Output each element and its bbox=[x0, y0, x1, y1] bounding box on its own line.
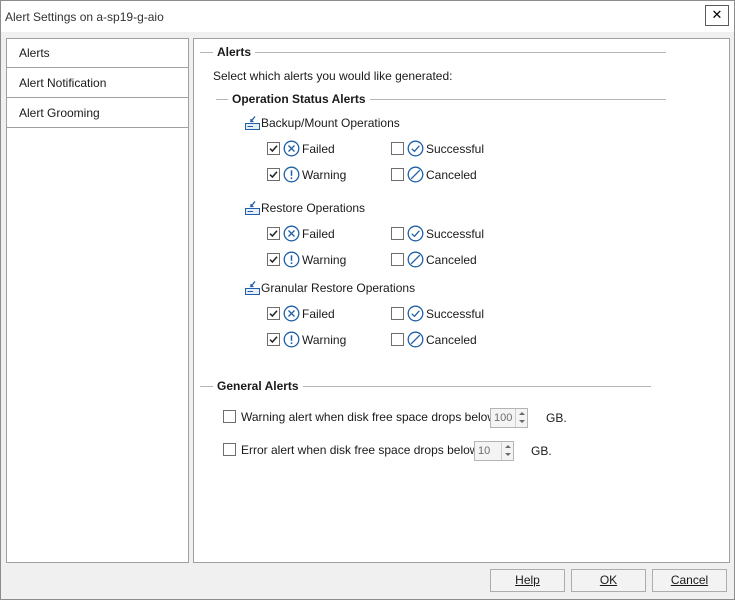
x-circle-icon bbox=[283, 140, 300, 157]
error-alert-checkbox[interactable] bbox=[223, 443, 236, 456]
granular-restore-operations-label: Granular Restore Operations bbox=[261, 281, 416, 295]
general-alerts-title: General Alerts bbox=[213, 379, 303, 393]
title-bar: Alert Settings on a-sp19-g-aio ✕ bbox=[1, 1, 734, 32]
error-threshold-unit: GB. bbox=[531, 444, 552, 458]
check-circle-icon bbox=[407, 305, 424, 322]
granular-restore-operations-failed-checkbox[interactable] bbox=[267, 307, 280, 320]
granular-restore-operations-canceled-label: Canceled bbox=[426, 333, 477, 347]
warning-threshold-value: 100 bbox=[494, 412, 513, 424]
check-circle-icon bbox=[407, 225, 424, 242]
backup-mount-operations-canceled-label: Canceled bbox=[426, 168, 477, 182]
help-button[interactable]: Help bbox=[490, 569, 565, 592]
error-threshold-stepper[interactable]: 10 bbox=[474, 441, 514, 461]
warning-alert-checkbox[interactable] bbox=[223, 410, 236, 423]
check-circle-icon bbox=[407, 140, 424, 157]
restore-operations-canceled-checkbox[interactable] bbox=[391, 253, 404, 266]
restore-operations-failed-checkbox[interactable] bbox=[267, 227, 280, 240]
warning-threshold-stepper[interactable]: 100 bbox=[490, 408, 528, 428]
chevron-up-icon[interactable] bbox=[505, 445, 511, 448]
restore-operations-successful-checkbox[interactable] bbox=[391, 227, 404, 240]
restore-operations-warning-label: Warning bbox=[302, 253, 347, 267]
slash-circle-icon bbox=[407, 251, 424, 268]
alerts-title: Alerts bbox=[213, 45, 256, 59]
backup-mount-operations-failed-checkbox[interactable] bbox=[267, 142, 280, 155]
sidebar-item-alert-notification[interactable]: Alert Notification bbox=[7, 69, 188, 98]
backup-mount-operations-warning-checkbox[interactable] bbox=[267, 168, 280, 181]
operation-icon bbox=[244, 280, 261, 297]
exclamation-circle-icon bbox=[283, 331, 300, 348]
backup-mount-operations-successful-checkbox[interactable] bbox=[391, 142, 404, 155]
operation-status-title: Operation Status Alerts bbox=[228, 92, 370, 106]
ok-button[interactable]: OK bbox=[571, 569, 646, 592]
slash-circle-icon bbox=[407, 166, 424, 183]
backup-mount-operations-successful-label: Successful bbox=[426, 142, 485, 156]
sidebar-item-alert-grooming[interactable]: Alert Grooming bbox=[7, 99, 188, 128]
close-button[interactable]: ✕ bbox=[705, 5, 729, 26]
chevron-down-icon[interactable] bbox=[519, 420, 525, 423]
alerts-panel: Alerts Select which alerts you would lik… bbox=[193, 38, 730, 563]
x-circle-icon bbox=[283, 225, 300, 242]
backup-mount-operations-failed-label: Failed bbox=[302, 142, 335, 156]
backup-mount-operations-label: Backup/Mount Operations bbox=[261, 116, 400, 130]
error-threshold-arrows[interactable] bbox=[501, 442, 513, 460]
restore-operations-label: Restore Operations bbox=[261, 201, 366, 215]
exclamation-circle-icon bbox=[283, 251, 300, 268]
warning-alert-label: Warning alert when disk free space drops… bbox=[241, 410, 497, 424]
backup-mount-operations-canceled-checkbox[interactable] bbox=[391, 168, 404, 181]
slash-circle-icon bbox=[407, 331, 424, 348]
cancel-button-label: Cancel bbox=[670, 573, 709, 587]
granular-restore-operations-warning-label: Warning bbox=[302, 333, 347, 347]
help-button-label: Help bbox=[515, 573, 540, 587]
restore-operations-failed-label: Failed bbox=[302, 227, 335, 241]
operation-icon bbox=[244, 115, 261, 132]
warning-threshold-unit: GB. bbox=[546, 411, 567, 425]
restore-operations-canceled-label: Canceled bbox=[426, 253, 477, 267]
sidebar-item-alerts[interactable]: Alerts bbox=[7, 39, 188, 68]
alert-settings-dialog: Alert Settings on a-sp19-g-aio ✕ Alerts … bbox=[0, 0, 735, 600]
granular-restore-operations-failed-label: Failed bbox=[302, 307, 335, 321]
chevron-down-icon[interactable] bbox=[505, 453, 511, 456]
error-threshold-value: 10 bbox=[478, 445, 491, 457]
sidebar: Alerts Alert Notification Alert Grooming bbox=[6, 38, 189, 563]
window-title: Alert Settings on a-sp19-g-aio bbox=[5, 10, 164, 24]
operation-icon bbox=[244, 200, 261, 217]
alerts-instruction: Select which alerts you would like gener… bbox=[213, 69, 453, 83]
chevron-up-icon[interactable] bbox=[519, 412, 525, 415]
granular-restore-operations-canceled-checkbox[interactable] bbox=[391, 333, 404, 346]
x-circle-icon bbox=[283, 305, 300, 322]
error-alert-label: Error alert when disk free space drops b… bbox=[241, 443, 479, 457]
restore-operations-successful-label: Successful bbox=[426, 227, 485, 241]
ok-button-label: OK bbox=[599, 573, 618, 587]
granular-restore-operations-successful-label: Successful bbox=[426, 307, 485, 321]
alerts-header-line bbox=[200, 52, 666, 53]
warning-threshold-arrows[interactable] bbox=[515, 409, 527, 427]
backup-mount-operations-warning-label: Warning bbox=[302, 168, 347, 182]
granular-restore-operations-warning-checkbox[interactable] bbox=[267, 333, 280, 346]
exclamation-circle-icon bbox=[283, 166, 300, 183]
granular-restore-operations-successful-checkbox[interactable] bbox=[391, 307, 404, 320]
cancel-button[interactable]: Cancel bbox=[652, 569, 727, 592]
restore-operations-warning-checkbox[interactable] bbox=[267, 253, 280, 266]
